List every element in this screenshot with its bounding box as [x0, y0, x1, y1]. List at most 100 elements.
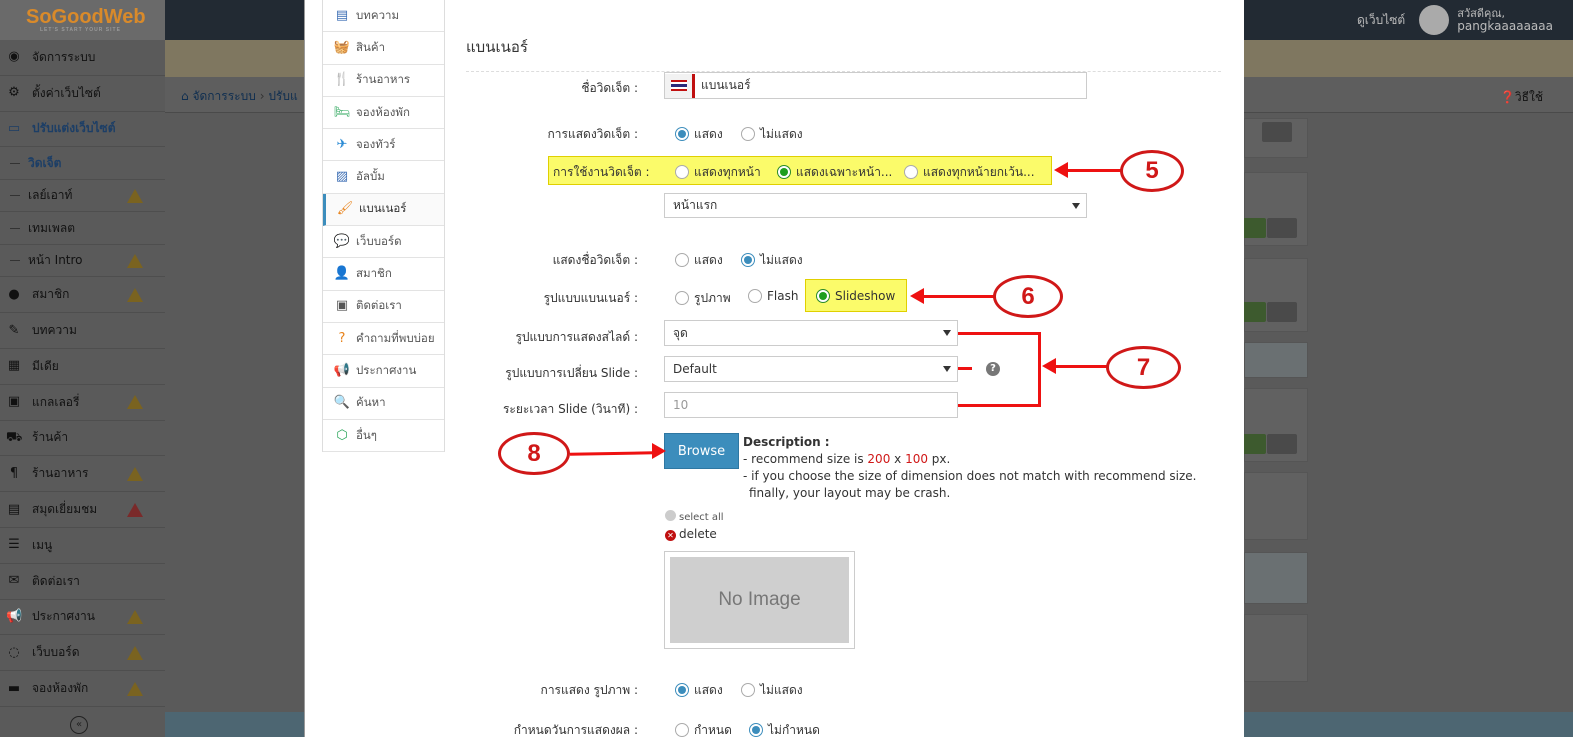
sidebar-item[interactable]: หน้า Intro — [0, 245, 165, 278]
radio-hide[interactable] — [741, 127, 755, 141]
slide-duration-placeholder: 10 — [673, 398, 689, 412]
page-select[interactable]: หน้าแรก — [664, 193, 1087, 218]
slide-display-value: จุด — [673, 325, 688, 340]
slide-duration-input[interactable]: 10 — [664, 392, 958, 418]
sidebar-item-label: ร้านอาหาร — [32, 466, 89, 481]
sidebar-item-label: สมาชิก — [32, 287, 70, 302]
widget-menu-label: อื่นๆ — [356, 427, 377, 442]
radio-show[interactable] — [675, 127, 689, 141]
select-all-option[interactable]: select all — [665, 510, 724, 523]
sidebar-item[interactable]: ⚙ ตั้งค่าเว็บไซต์ — [0, 76, 165, 112]
sidebar-item[interactable]: ✎ บทความ — [0, 313, 165, 349]
sidebar-item[interactable]: เลย์เอาท์ — [0, 180, 165, 213]
howto-link[interactable]: ❓วิธีใช้ — [1500, 88, 1543, 107]
widget-menu-item[interactable]: ⬡ อื่นๆ — [323, 420, 444, 453]
annotation-arrow — [922, 295, 994, 298]
avatar[interactable] — [1419, 5, 1450, 35]
radio-unset-date[interactable] — [749, 723, 763, 737]
sidebar-item[interactable]: ¶ ร้านอาหาร — [0, 456, 165, 493]
fork-knife-icon: ¶ — [9, 465, 19, 481]
warning-icon — [127, 645, 143, 660]
usage-except-pages-option[interactable]: แสดงทุกหน้ายกเว้น... — [904, 163, 1035, 182]
widget-menu-item[interactable]: ▤ บทความ — [323, 0, 444, 33]
sidebar-item[interactable]: เทมเพลต — [0, 212, 165, 245]
widget-display-show-option[interactable]: แสดง — [675, 125, 723, 144]
delete-icon: ✕ — [665, 530, 676, 541]
radio-flash[interactable] — [748, 289, 762, 303]
monitor-icon: ▭ — [7, 120, 21, 136]
usage-specific-pages-option[interactable]: แสดงเฉพาะหน้า... — [777, 163, 892, 182]
show-name-show-option[interactable]: แสดง — [675, 251, 723, 270]
radio-specific-pages[interactable] — [777, 165, 791, 179]
breadcrumb-home[interactable]: จัดการระบบ — [192, 89, 255, 103]
show-image-hide-option[interactable]: ไม่แสดง — [741, 681, 803, 700]
sidebar-item-label: ร้านค้า — [32, 430, 69, 445]
banner-type-label: รูปแบบแบนเนอร์ : — [543, 291, 638, 305]
logo[interactable]: SoGoodWeb LET'S START YOUR SITE — [0, 0, 165, 40]
sidebar-item[interactable]: วิดเจ็ต — [0, 147, 165, 180]
section-title: แบนเนอร์ — [466, 35, 1221, 72]
sidebar-item-label: ปรับแต่งเว็บไซต์ — [32, 121, 116, 136]
sidebar-item[interactable]: ◉ จัดการระบบ — [0, 40, 165, 76]
slide-transition-label: รูปแบบการเปลี่ยน Slide : — [505, 366, 638, 380]
sidebar-item[interactable]: 📢 ประกาศงาน — [0, 600, 165, 636]
radio-except-pages[interactable] — [904, 165, 918, 179]
banner-type-image-option[interactable]: รูปภาพ — [675, 289, 731, 308]
display-date-unset-option[interactable]: ไม่กำหนด — [749, 721, 820, 737]
callout-7: 7 — [1106, 346, 1181, 389]
show-name-hide-option[interactable]: ไม่แสดง — [741, 251, 803, 270]
radio-all-pages[interactable] — [675, 165, 689, 179]
brush-icon: 🖌 — [336, 201, 354, 217]
page-select-value: หน้าแรก — [673, 198, 718, 212]
banner-type-flash-option[interactable]: Flash — [748, 289, 798, 303]
radio-slideshow[interactable] — [816, 289, 830, 303]
sidebar-item[interactable]: ▣ แกลเลอรี่ — [0, 385, 165, 421]
cart-icon: ⛟ — [6, 429, 23, 445]
sidebar-item[interactable]: ▬ จองห้องพัก — [0, 671, 165, 707]
widget-menu-item[interactable]: 🖌 แบนเนอร์ — [323, 193, 444, 227]
widget-name-input[interactable]: แบนเนอร์ — [664, 72, 1087, 99]
sidebar-item[interactable]: ▦ มีเดีย — [0, 349, 165, 385]
usage-all-pages-option[interactable]: แสดงทุกหน้า — [675, 163, 761, 182]
radio-image[interactable] — [675, 291, 689, 305]
banner-type-slideshow-option[interactable]: Slideshow — [816, 289, 895, 303]
radio-show-image[interactable] — [675, 683, 689, 697]
breadcrumb-current[interactable]: ปรับแ — [268, 89, 297, 103]
grid-icon: ▣ — [7, 394, 21, 410]
delete-link[interactable]: ✕ delete — [665, 527, 717, 541]
display-date-set-option[interactable]: กำหนด — [675, 721, 732, 737]
radio-hide-image[interactable] — [741, 683, 755, 697]
show-image-show-option[interactable]: แสดง — [675, 681, 723, 700]
slide-display-select[interactable]: จุด — [664, 320, 958, 346]
sidebar-item-label: จัดการระบบ — [32, 49, 96, 64]
book-icon: ▤ — [7, 501, 21, 517]
select-all-checkbox[interactable] — [665, 510, 676, 521]
help-icon[interactable]: ? — [986, 362, 1000, 376]
sidebar-item[interactable]: ⛟ ร้านค้า — [0, 421, 165, 457]
radio-set-date[interactable] — [675, 723, 689, 737]
sidebar-item[interactable]: ✉ ติดต่อเรา — [0, 564, 165, 600]
sidebar-item-label: วิดเจ็ต — [28, 155, 62, 170]
browse-button[interactable]: Browse — [664, 433, 739, 469]
sidebar-item[interactable]: ● สมาชิก — [0, 277, 165, 314]
sidebar-item-label: จองห้องพัก — [32, 681, 89, 696]
annotation-bracket — [958, 367, 972, 370]
warning-icon — [127, 253, 143, 268]
slide-transition-select[interactable]: Default — [664, 356, 958, 382]
sidebar-item[interactable]: ▤ สมุดเยี่ยมชม — [0, 492, 165, 528]
thai-flag-icon[interactable] — [665, 73, 695, 98]
sidebar-item[interactable]: ▭ ปรับแต่งเว็บไซต์ — [0, 112, 165, 148]
radio-show-name[interactable] — [675, 253, 689, 267]
user-greeting[interactable]: สวัสดีคุณ, pangkaaaaaaaa — [1457, 7, 1553, 33]
sidebar-item[interactable]: ◌ เว็บบอร์ด — [0, 635, 165, 672]
gear-icon: ⚙ — [8, 85, 20, 101]
sidebar-item[interactable]: ☰ เมนู — [0, 528, 165, 564]
widget-menu-item[interactable]: 🧺 สินค้า — [323, 32, 444, 65]
widget-menu-label: บทความ — [356, 7, 400, 22]
visit-site-link[interactable]: ดูเว็บไซต์ — [1357, 11, 1405, 30]
sidebar-collapse-button[interactable]: « — [70, 716, 88, 734]
radio-hide-name[interactable] — [741, 253, 755, 267]
warning-icon — [127, 188, 143, 203]
widget-display-hide-option[interactable]: ไม่แสดง — [741, 125, 803, 144]
warning-icon — [127, 466, 143, 481]
